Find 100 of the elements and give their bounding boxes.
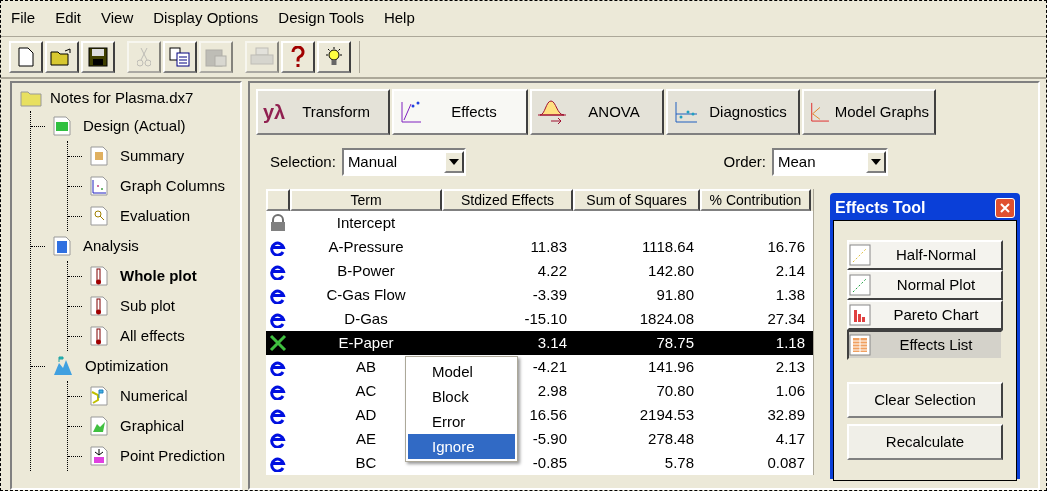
close-button[interactable] bbox=[995, 198, 1015, 218]
table-cell-text: 1118.64 bbox=[642, 236, 694, 257]
view-button[interactable]: Half-Normal bbox=[847, 240, 1003, 270]
scissors-icon bbox=[137, 47, 151, 67]
contour-region-icon bbox=[90, 416, 108, 436]
effects-plot-icon bbox=[399, 100, 423, 124]
selection-dropdown[interactable]: Manual bbox=[341, 148, 466, 176]
distribution-curve-icon bbox=[537, 99, 567, 125]
table-row[interactable]: E-Paper 3.14 78.75 1.18 bbox=[266, 331, 813, 355]
toolbar-button[interactable] bbox=[81, 41, 115, 73]
clipboard-icon bbox=[205, 47, 227, 67]
calculator-icon bbox=[53, 236, 71, 256]
prediction-icon bbox=[90, 446, 108, 466]
tab-symbol: yλ bbox=[263, 102, 286, 122]
tree-item[interactable]: Evaluation bbox=[116, 204, 195, 228]
order-dropdown[interactable]: Mean bbox=[772, 148, 888, 176]
table-cell-text: 5.78 bbox=[664, 452, 694, 473]
table-cell-text: 91.80 bbox=[656, 284, 694, 305]
table-cell-text: 4.17 bbox=[775, 428, 805, 449]
field-label: Selection: bbox=[270, 151, 336, 172]
column-header[interactable]: % Contribution bbox=[700, 189, 811, 211]
toolbar-button[interactable] bbox=[163, 41, 197, 73]
table-cell-text: Intercept bbox=[335, 212, 397, 233]
summary-icon bbox=[90, 146, 108, 166]
tab[interactable]: Model Graphs bbox=[802, 89, 936, 135]
table-cell-text: 1824.08 bbox=[639, 308, 694, 329]
scatter-graph-icon bbox=[90, 176, 108, 196]
table-cell-text: -3.39 bbox=[532, 284, 567, 305]
tree-item[interactable]: Whole plot bbox=[116, 264, 201, 288]
table-cell-text: 16.56 bbox=[529, 404, 567, 425]
column-header[interactable]: Sum of Squares bbox=[573, 189, 700, 211]
thermometer-icon bbox=[90, 326, 108, 346]
action-button[interactable]: Recalculate bbox=[847, 424, 1003, 460]
table-cell-text: 1.18 bbox=[775, 332, 805, 353]
tree-item[interactable]: Optimization bbox=[81, 354, 173, 378]
menu-item[interactable]: Help bbox=[381, 7, 417, 30]
table-cell-text: 142.80 bbox=[648, 260, 694, 281]
table-cell-text: -0.85 bbox=[532, 452, 567, 473]
half-normal-plot-icon bbox=[849, 244, 871, 266]
table-cell-text: 2194.53 bbox=[639, 404, 694, 425]
tab[interactable]: Effects bbox=[392, 89, 528, 135]
thermometer-icon bbox=[90, 266, 108, 286]
close-icon bbox=[1000, 203, 1010, 213]
view-button[interactable]: Pareto Chart bbox=[847, 300, 1003, 330]
tab[interactable]: ANOVA bbox=[530, 89, 664, 135]
toolbar-button[interactable] bbox=[45, 41, 79, 73]
tab[interactable]: Diagnostics bbox=[666, 89, 800, 135]
list-icon bbox=[849, 334, 871, 356]
toolbar-button[interactable] bbox=[317, 41, 351, 73]
menu-item[interactable]: Edit bbox=[53, 7, 84, 30]
copy-icon bbox=[169, 47, 191, 67]
table-cell-text: 4.22 bbox=[537, 260, 567, 281]
column-header[interactable]: Stdized Effects bbox=[442, 189, 573, 211]
tree-item[interactable]: Numerical bbox=[116, 384, 192, 408]
view-button[interactable]: Effects List bbox=[847, 330, 1003, 360]
menu-item[interactable]: Design Tools bbox=[276, 7, 366, 30]
table-cell-text: 1.06 bbox=[775, 380, 805, 401]
tree-item[interactable]: Design (Actual) bbox=[79, 114, 190, 138]
table-cell-text: B-Power bbox=[336, 260, 396, 281]
tree-root[interactable]: Notes for Plasma.dx7 bbox=[50, 86, 194, 110]
cross-icon bbox=[269, 334, 287, 352]
tree-item[interactable]: Graphical bbox=[116, 414, 189, 438]
menu-item[interactable]: File bbox=[9, 7, 38, 30]
column-header[interactable]: Term bbox=[290, 189, 442, 211]
tree-item[interactable]: Sub plot bbox=[116, 294, 180, 318]
folder-icon bbox=[20, 89, 42, 107]
tree-item[interactable]: Summary bbox=[116, 144, 189, 168]
spreadsheet-icon bbox=[53, 116, 71, 136]
toolbar-button[interactable] bbox=[9, 41, 43, 73]
tree-item[interactable]: Graph Columns bbox=[116, 174, 230, 198]
tree-item[interactable]: All effects bbox=[116, 324, 189, 348]
menu-item[interactable]: View bbox=[99, 7, 136, 30]
flag-icon bbox=[90, 386, 108, 406]
action-button[interactable]: Clear Selection bbox=[847, 382, 1003, 418]
bar-chart-icon bbox=[849, 304, 871, 326]
normal-plot-icon bbox=[849, 274, 871, 296]
table-cell-text: 78.75 bbox=[656, 332, 694, 353]
table-cell-text: 16.76 bbox=[767, 236, 805, 257]
light-bulb-icon bbox=[323, 46, 345, 68]
table-cell-text: D-Gas bbox=[343, 308, 389, 329]
tab[interactable]: yλ Transform bbox=[256, 89, 390, 135]
magnifier-icon bbox=[90, 206, 108, 226]
table-cell-text: 141.96 bbox=[648, 356, 694, 377]
mountain-icon bbox=[53, 356, 73, 376]
table-cell-text: 70.80 bbox=[656, 380, 694, 401]
residual-plot-icon bbox=[673, 100, 699, 124]
tree-item[interactable]: Analysis bbox=[79, 234, 143, 258]
printer-icon bbox=[250, 47, 274, 67]
menu-item[interactable]: Display Options bbox=[151, 7, 261, 30]
line-graph-icon bbox=[809, 100, 831, 124]
padlock-icon bbox=[269, 214, 287, 232]
thermometer-icon bbox=[90, 296, 108, 316]
field-label: Order: bbox=[723, 151, 766, 172]
view-button[interactable]: Normal Plot bbox=[847, 270, 1003, 300]
tree-item[interactable]: Point Prediction bbox=[116, 444, 230, 468]
menu-item[interactable]: Ignore bbox=[408, 434, 515, 459]
table-cell-text: 3.14 bbox=[537, 332, 567, 353]
window-title: Effects Tool bbox=[835, 198, 927, 218]
toolbar-button[interactable] bbox=[281, 41, 315, 73]
help-icon bbox=[291, 46, 305, 68]
